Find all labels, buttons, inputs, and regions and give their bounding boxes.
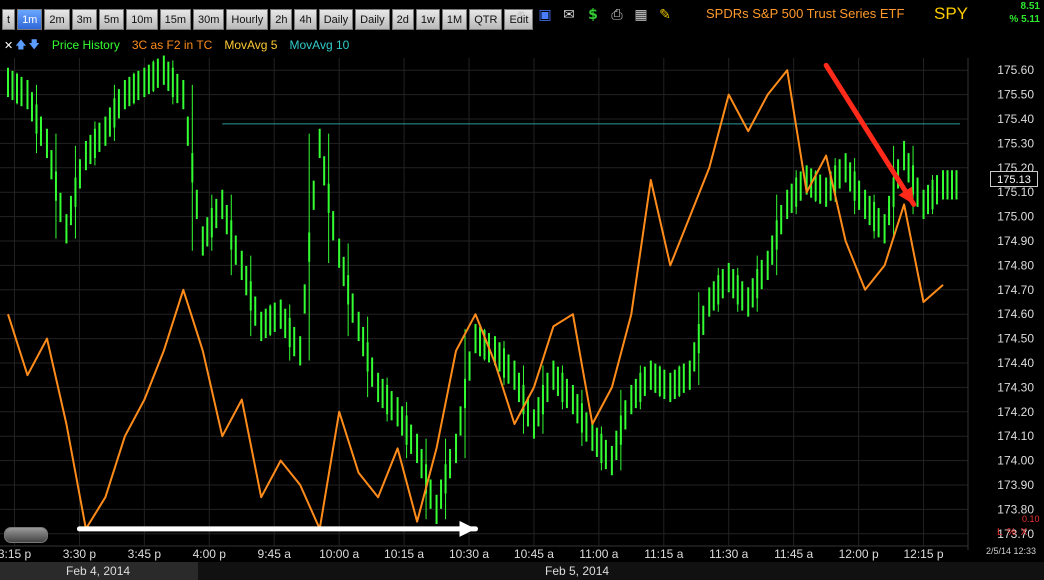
x-tick-label: 12:15 p (904, 547, 944, 561)
x-tick-label: 10:30 a (449, 547, 489, 561)
y-tick-label: 175.60 (997, 63, 1034, 77)
y-tick-label: 175.00 (997, 210, 1034, 224)
y-tick-label: 174.10 (997, 429, 1034, 443)
date-strip: Feb 4, 2014 Feb 5, 2014 (0, 562, 1044, 580)
y-tick-label: 174.30 (997, 380, 1034, 394)
x-tick-label: 9:45 a (258, 547, 292, 561)
x-tick-label: 11:30 a (709, 547, 748, 561)
x-tick-label: 4:00 p (193, 547, 227, 561)
annotation-arrow-head (459, 520, 476, 537)
last-price-label: 175.13 (990, 171, 1038, 187)
lwx-value: 0.10 (1022, 514, 1040, 524)
x-tick-label: 10:00 a (319, 547, 359, 561)
x-tick-label: 10:45 a (514, 547, 554, 561)
y-tick-label: 174.20 (997, 405, 1034, 419)
price-chart[interactable]: 175.60175.50175.40175.30175.20175.10175.… (0, 0, 1044, 580)
y-tick-label: 174.50 (997, 332, 1034, 346)
x-tick-label: 12:00 p (839, 547, 879, 561)
y-tick-label: 173.90 (997, 478, 1034, 492)
y-tick-label: 175.30 (997, 136, 1034, 150)
y-tick-label: 174.90 (997, 234, 1034, 248)
scroll-handle[interactable] (4, 527, 48, 543)
x-tick-label: 3:30 p (63, 547, 97, 561)
x-tick-label: 11:00 a (579, 547, 618, 561)
x-tick-label: 11:15 a (644, 547, 683, 561)
y-tick-label: 175.40 (997, 112, 1034, 126)
date-label-1: Feb 4, 2014 (66, 564, 131, 578)
y-tick-label: 175.50 (997, 88, 1034, 102)
y-tick-label: 174.40 (997, 356, 1034, 370)
x-tick-label: 11:45 a (774, 547, 813, 561)
x-tick-label: 10:15 a (384, 547, 424, 561)
x-tick-label: 3:15 p (0, 547, 31, 561)
y-tick-label: 174.70 (997, 283, 1034, 297)
y-tick-label: 174.60 (997, 307, 1034, 321)
y-tick-label: 174.80 (997, 258, 1034, 272)
x-tick-label: 3:45 p (128, 547, 162, 561)
lwx-label[interactable]: L % X (997, 527, 1028, 538)
date-label-2: Feb 5, 2014 (545, 564, 610, 578)
y-tick-label: 174.00 (997, 454, 1034, 468)
series-line-1 (7, 69, 944, 530)
timestamp: 2/5/14 12:33 (985, 546, 1036, 556)
